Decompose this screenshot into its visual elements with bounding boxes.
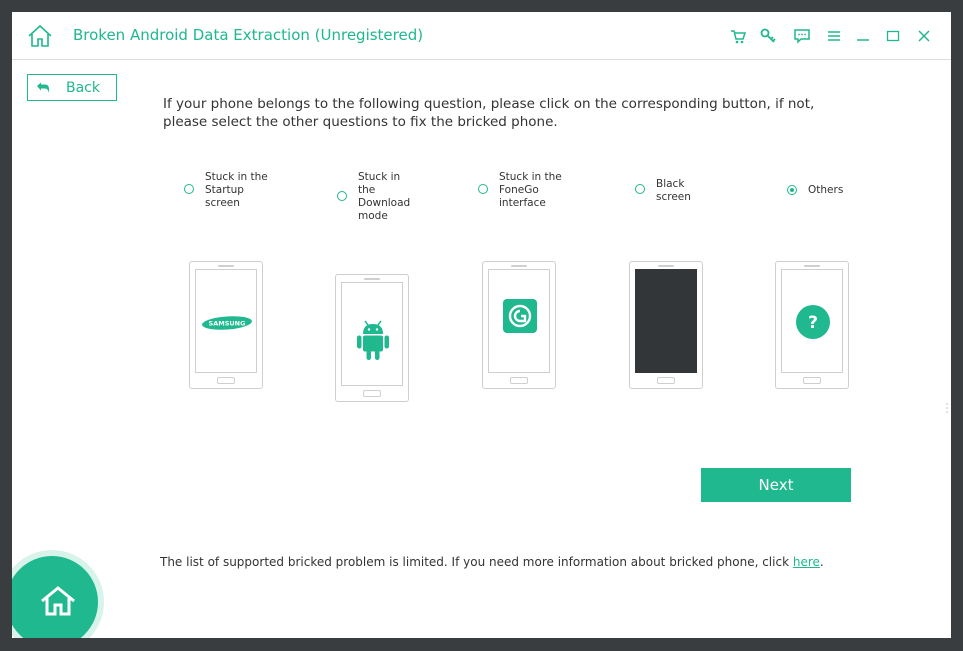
next-button[interactable]: Next <box>701 468 851 502</box>
radio-download-mode[interactable] <box>337 191 347 201</box>
phone-speaker <box>804 265 820 267</box>
app-window: Broken Android Data Extraction (Unregist… <box>12 12 951 638</box>
phone-others[interactable]: ? <box>775 261 849 389</box>
option-label: Others <box>808 184 844 196</box>
phone-speaker <box>364 278 380 280</box>
samsung-logo-icon: SAMSUNG <box>202 316 252 330</box>
close-icon[interactable] <box>915 27 933 45</box>
option-label: Stuck in the FoneGo interface <box>499 171 562 209</box>
question-mark-icon: ? <box>796 305 830 339</box>
cart-icon[interactable] <box>729 27 747 45</box>
back-label: Back <box>66 80 100 96</box>
footer-note: The list of supported bricked problem is… <box>160 555 824 569</box>
menu-icon[interactable] <box>825 27 843 45</box>
phone-home-button <box>217 377 235 384</box>
grip-icon <box>946 403 948 413</box>
minimize-icon[interactable] <box>854 27 872 45</box>
key-icon[interactable] <box>759 27 777 45</box>
instruction-text: If your phone belongs to the following q… <box>163 96 815 130</box>
feedback-icon[interactable] <box>793 27 811 45</box>
phone-speaker <box>218 265 234 267</box>
fonego-logo-icon <box>503 299 537 333</box>
samsung-logo-text: SAMSUNG <box>209 320 246 328</box>
more-info-link[interactable]: here <box>793 555 820 569</box>
phone-screen <box>341 282 403 386</box>
option-label: Stuck in the Download mode <box>358 171 411 222</box>
footer-note-text: The list of supported bricked problem is… <box>160 555 793 569</box>
phone-home-button <box>657 377 675 384</box>
phone-screen: ? <box>781 269 843 373</box>
maximize-icon[interactable] <box>884 27 902 45</box>
radio-others[interactable] <box>787 185 797 195</box>
phone-screen: SAMSUNG <box>195 269 257 373</box>
phone-black-screen[interactable] <box>629 261 703 389</box>
radio-black-screen[interactable] <box>635 184 645 194</box>
footer-note-suffix: . <box>819 555 824 569</box>
phone-speaker <box>511 265 527 267</box>
title-bar: Broken Android Data Extraction (Unregist… <box>12 12 951 60</box>
svg-text:?: ? <box>808 313 818 333</box>
app-title: Broken Android Data Extraction (Unregist… <box>73 26 424 44</box>
black-screen <box>635 269 697 373</box>
phone-download-mode[interactable] <box>335 274 409 402</box>
home-icon <box>41 586 75 616</box>
back-button[interactable]: Back <box>27 74 117 101</box>
option-label: Stuck in the Startup screen <box>205 171 268 209</box>
radio-startup-screen[interactable] <box>184 184 194 194</box>
phone-speaker <box>658 265 674 267</box>
android-robot-icon <box>357 320 389 360</box>
home-icon[interactable] <box>27 24 53 48</box>
phone-home-button <box>803 377 821 384</box>
phone-startup-screen[interactable]: SAMSUNG <box>189 261 263 389</box>
radio-fonego-interface[interactable] <box>478 184 488 194</box>
phone-screen <box>488 269 550 373</box>
phone-home-button <box>363 390 381 397</box>
phone-home-button <box>510 377 528 384</box>
phone-fonego-interface[interactable] <box>482 261 556 389</box>
back-arrow-icon <box>37 82 49 93</box>
option-label: Black screen <box>656 178 691 203</box>
